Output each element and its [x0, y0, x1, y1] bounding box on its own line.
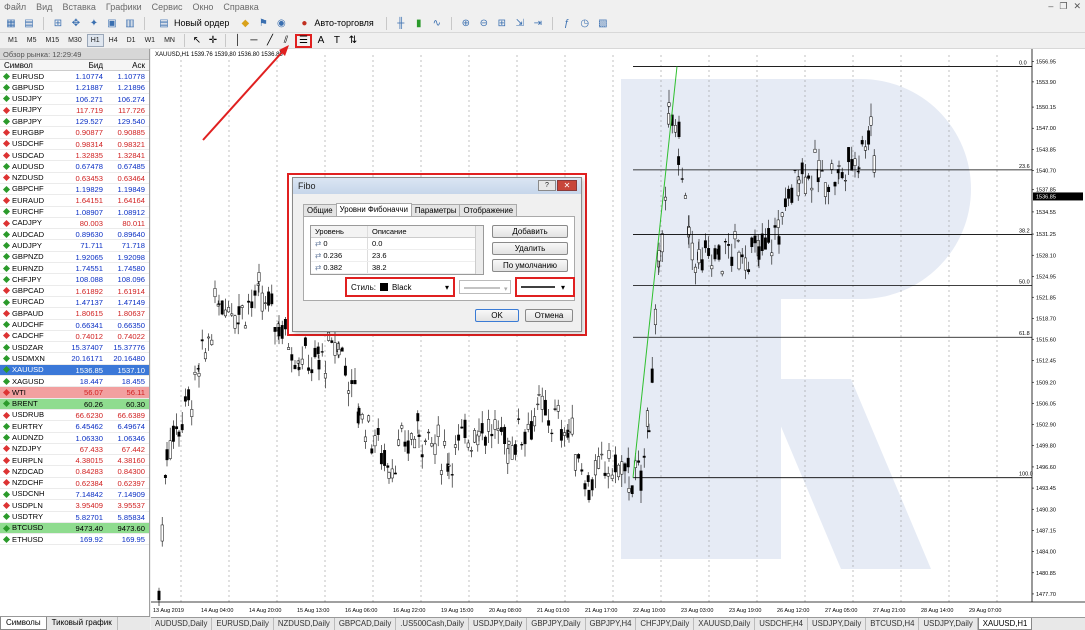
dialog-tab[interactable]: Параметры	[410, 204, 461, 216]
dialog-title: Fibo ? ✕	[293, 178, 581, 194]
dialog-close-button[interactable]: ✕	[557, 180, 577, 191]
chevron-down-icon: ▾	[444, 282, 449, 292]
line-width-select[interactable]: ▾	[515, 277, 575, 297]
level-header: Уровень	[315, 227, 344, 236]
levels-grid-rows: ⇄ 0 0.0 ⇄ 0.236 23.6 ⇄ 0.382 38.2	[311, 238, 483, 274]
style-label: Стиль:	[351, 282, 376, 292]
level-text: 0	[323, 239, 328, 248]
delete-button[interactable]: Удалить	[492, 242, 568, 255]
ok-button[interactable]: OK	[475, 309, 519, 322]
level-value: ⇄ 0	[311, 238, 367, 249]
level-row[interactable]: ⇄ 0.236 23.6	[311, 250, 483, 262]
level-row[interactable]: ⇄ 0 0.0	[311, 238, 483, 250]
help-button[interactable]: ?	[538, 180, 556, 191]
level-text: 0.236	[323, 251, 343, 260]
cancel-button[interactable]: Отмена	[525, 309, 573, 322]
level-text: 0.382	[323, 263, 343, 272]
levels-grid-header: Уровень Описание	[311, 226, 483, 238]
level-description: 38.2	[367, 262, 467, 273]
style-color-select[interactable]: Стиль: Black ▾	[345, 277, 455, 297]
add-button[interactable]: Добавить	[492, 225, 568, 238]
level-row[interactable]: ⇄ 0.382 38.2	[311, 262, 483, 274]
levels-scrollbar[interactable]	[475, 226, 483, 274]
level-value: ⇄ 0.236	[311, 250, 367, 261]
levels-grid[interactable]: Уровень Описание ⇄ 0 0.0 ⇄ 0.236 23.6 ⇄ 0.38…	[310, 225, 484, 275]
description-header: Описание	[367, 226, 467, 237]
style-value: Black	[391, 282, 412, 292]
level-description: 23.6	[367, 250, 467, 261]
svg-text:▾: ▾	[504, 286, 508, 293]
level-description: 0.0	[367, 238, 467, 249]
dialog-tab[interactable]: Общие	[303, 204, 337, 216]
default-button[interactable]: По умолчанию	[492, 259, 568, 272]
color-swatch	[379, 283, 388, 291]
line-style-select[interactable]: ▾	[459, 280, 511, 294]
dialog-title-text: Fibo	[298, 181, 316, 191]
fibo-dialog: Fibo ? ✕ Общие Уровни Фибоначчи Параметры О…	[292, 177, 582, 332]
level-value: ⇄ 0.382	[311, 262, 367, 273]
svg-text:▾: ▾	[561, 283, 565, 292]
dialog-tab[interactable]: Отображение	[459, 204, 518, 216]
dialog-tab[interactable]: Уровни Фибоначчи	[335, 203, 412, 216]
